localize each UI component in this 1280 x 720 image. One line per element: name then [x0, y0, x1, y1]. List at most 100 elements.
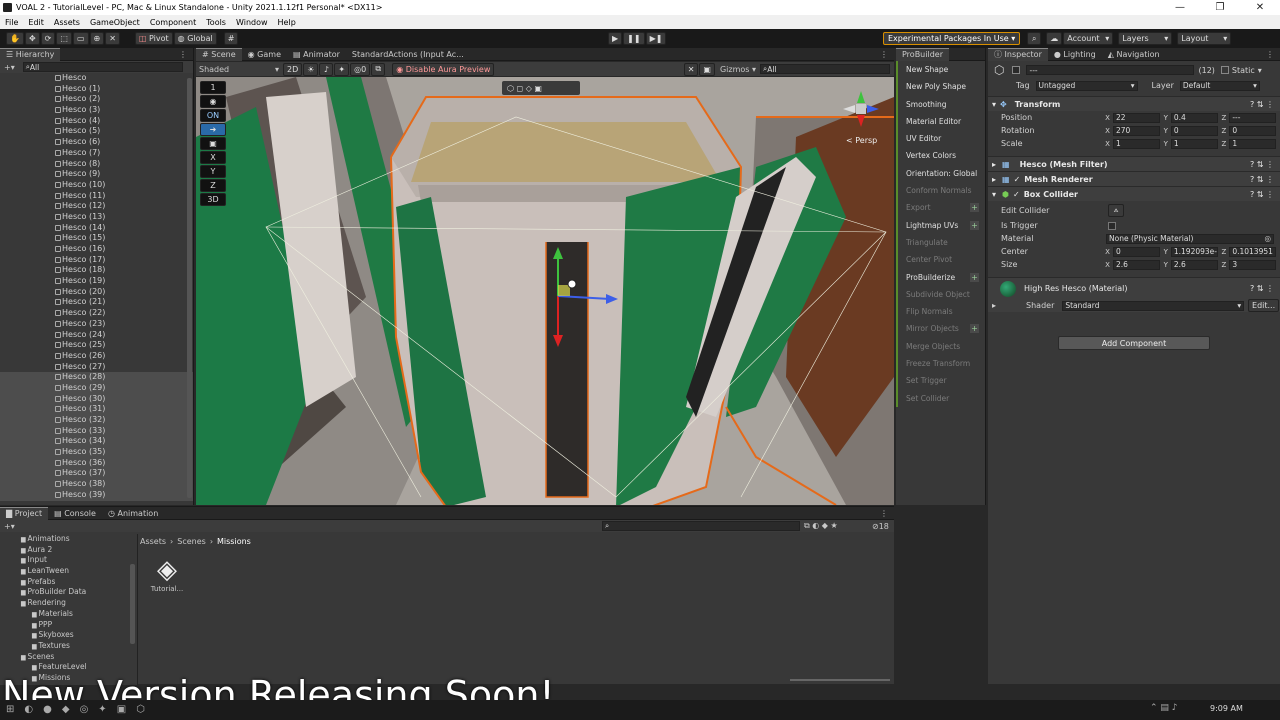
probuilder-action[interactable]: ProBuilderize + [896, 268, 985, 286]
render-mode-icon[interactable]: ▣ [699, 62, 715, 76]
menu-tools[interactable]: Tools [201, 18, 231, 27]
hierarchy-item[interactable]: Hesco (37) [0, 468, 193, 480]
global-toggle[interactable]: ◍ Global [173, 32, 217, 45]
collider-material-field[interactable]: None (Physic Material) ◎ [1106, 233, 1274, 244]
taskbar-app-icon[interactable]: ● [43, 704, 52, 715]
probuilder-options-icon[interactable]: + [970, 220, 979, 230]
taskbar-clock[interactable]: 9:09 AM [1210, 704, 1243, 713]
taskbar-app-icon[interactable]: ⬡ [136, 704, 145, 715]
tab-project[interactable]: ▇ Project [0, 506, 49, 520]
play-button[interactable]: ▶ [608, 32, 623, 45]
hierarchy-item[interactable]: Hesco (35) [0, 447, 193, 458]
folder-item[interactable]: ▆ ProBuilder Data [0, 587, 137, 598]
component-menu-icon[interactable]: ? ⇅ ⋮ [1250, 100, 1274, 109]
folder-item[interactable]: ▆ Aura 2 [0, 545, 137, 556]
probuilder-options-icon[interactable]: + [970, 203, 979, 213]
hierarchy-item[interactable]: Hesco (36) [0, 457, 193, 469]
probuilder-action[interactable]: Mirror Objects + [896, 320, 985, 338]
grid-snap-icon[interactable]: # [223, 32, 239, 45]
lighting-icon[interactable]: ☀ [303, 62, 319, 76]
overlay-arrow-icon[interactable]: ➜ [200, 123, 226, 136]
breadcrumb-scenes[interactable]: Scenes [177, 537, 206, 546]
hand-tool-icon[interactable]: ✋ [6, 32, 24, 45]
probuilder-options-icon[interactable]: + [970, 324, 979, 334]
hierarchy-item[interactable]: Hesco (11) [0, 191, 193, 202]
tab-game[interactable]: ◉ Game [242, 48, 287, 61]
taskbar-app-icon[interactable]: ◐ [24, 704, 33, 715]
scene-viewport[interactable]: < Persp ⬡ ◻ ◇ ▣ 1 ◉ ON ➜ ▣ X Y Z 3D [196, 77, 894, 505]
probuilder-action[interactable]: Material Editor [896, 112, 985, 131]
collider-size-field[interactable]: 2.6 [1170, 259, 1218, 270]
probuilder-action[interactable]: Set Trigger [896, 372, 985, 390]
tab-hierarchy[interactable]: ☰ Hierarchy [0, 47, 61, 61]
menu-component[interactable]: Component [145, 18, 201, 27]
panel-menu-icon[interactable]: ⋮ [179, 50, 187, 59]
hierarchy-item[interactable]: Hesco (39) [0, 489, 193, 501]
hierarchy-item[interactable]: Hesco (26) [0, 351, 193, 362]
material-header[interactable]: High Res Hesco (Material) ? ⇅ ⋮ [988, 277, 1280, 299]
transform-component-header[interactable]: ▾ ✥ Transform ? ⇅ ⋮ [988, 96, 1280, 111]
scale-tool-icon[interactable]: ⬚ [56, 32, 72, 45]
mesh-filter-header[interactable]: ▸ ▦ Hesco (Mesh Filter) ? ⇅ ⋮ [988, 156, 1280, 171]
scene-search-input[interactable]: ⌕ All [760, 64, 890, 74]
overlay-y[interactable]: Y [200, 165, 226, 178]
position-field[interactable]: 22 [1112, 112, 1160, 123]
menu-help[interactable]: Help [273, 18, 301, 27]
shader-dropdown[interactable]: Standard ▾ [1062, 300, 1245, 311]
taskbar-app-icon[interactable]: ▣ [117, 704, 126, 715]
pause-button[interactable]: ❚❚ [623, 32, 645, 45]
foldout-icon[interactable]: ▾ [992, 190, 996, 199]
component-menu-icon[interactable]: ? ⇅ ⋮ [1250, 160, 1274, 169]
collider-center-field[interactable]: 1.192093e- [1170, 246, 1218, 257]
folder-item[interactable]: ▆ Textures [0, 641, 137, 652]
hierarchy-item[interactable]: Hesco (10) [0, 180, 193, 191]
folder-item[interactable]: ▆ Input [0, 555, 137, 566]
probuilder-action[interactable]: Freeze Transform [896, 355, 985, 373]
collider-size-field[interactable]: 2.6 [1112, 259, 1160, 270]
folder-item[interactable]: ▆ PPP [0, 620, 137, 631]
taskbar-app-icon[interactable]: ◎ [80, 704, 89, 715]
hidden-packages-count[interactable]: ⊘18 [872, 522, 889, 531]
cloud-icon[interactable]: ☁ [1046, 32, 1063, 45]
position-field[interactable]: 0.4 [1170, 112, 1218, 123]
menu-gameobject[interactable]: GameObject [85, 18, 145, 27]
probuilder-action[interactable]: Subdivide Object [896, 285, 985, 304]
inspector-lock-icon[interactable]: ⋮ [1266, 50, 1274, 59]
probuilder-action[interactable]: Flip Normals [896, 303, 985, 321]
breadcrumb-missions[interactable]: Missions [217, 537, 251, 546]
collider-size-field[interactable]: 3 [1229, 259, 1276, 270]
foldout-icon[interactable]: ▸ [992, 301, 996, 310]
hierarchy-item[interactable]: Hesco (30) [0, 393, 193, 405]
menu-assets[interactable]: Assets [49, 18, 85, 27]
hierarchy-item[interactable]: Hesco (15) [0, 233, 193, 244]
hierarchy-item[interactable]: Hesco (34) [0, 436, 193, 448]
probuilder-options-icon[interactable]: + [970, 272, 979, 282]
scale-field[interactable]: 1 [1229, 138, 1276, 149]
object-name-field[interactable]: --- [1026, 65, 1195, 75]
static-checkbox[interactable] [1220, 66, 1229, 74]
tab-scene[interactable]: # Scene [196, 47, 242, 61]
tray-icons[interactable]: ⌃ ▤ ♪ [1150, 703, 1178, 713]
probuilder-action[interactable]: Center Pivot [896, 251, 985, 269]
menu-file[interactable]: File [0, 18, 23, 27]
is-trigger-checkbox[interactable] [1108, 221, 1116, 230]
audio-icon[interactable]: ♪ [319, 62, 334, 76]
active-checkbox[interactable] [1012, 66, 1021, 74]
tab-lighting[interactable]: ● Lighting [1048, 48, 1102, 61]
hierarchy-item[interactable]: Hesco (14) [0, 223, 193, 234]
foldout-icon[interactable]: ▸ [992, 175, 996, 184]
folder-item[interactable]: ▆ Materials [0, 609, 137, 620]
move-tool-icon[interactable]: ✥ [24, 32, 40, 45]
close-icon[interactable]: ✕ [1240, 0, 1280, 15]
layers-dropdown[interactable]: Layers ▾ [1118, 32, 1173, 45]
filter-icons[interactable]: ⧉ ◐ ◆ ★ [804, 521, 838, 531]
tag-dropdown[interactable]: Untagged ▾ [1035, 80, 1138, 91]
hierarchy-item[interactable]: Hesco (21) [0, 297, 193, 308]
project-search-input[interactable]: ⌕ [602, 521, 800, 531]
asset-tile[interactable]: ◈ Tutorial... [146, 555, 188, 593]
tab-standard-actions[interactable]: StandardActions (Input Ac... [346, 48, 470, 61]
hierarchy-item[interactable]: Hesco (9) [0, 169, 193, 180]
checkmark-icon[interactable]: ✓ [1014, 175, 1021, 184]
breadcrumb-assets[interactable]: Assets [140, 537, 166, 546]
add-component-button[interactable]: Add Component [1058, 336, 1210, 350]
